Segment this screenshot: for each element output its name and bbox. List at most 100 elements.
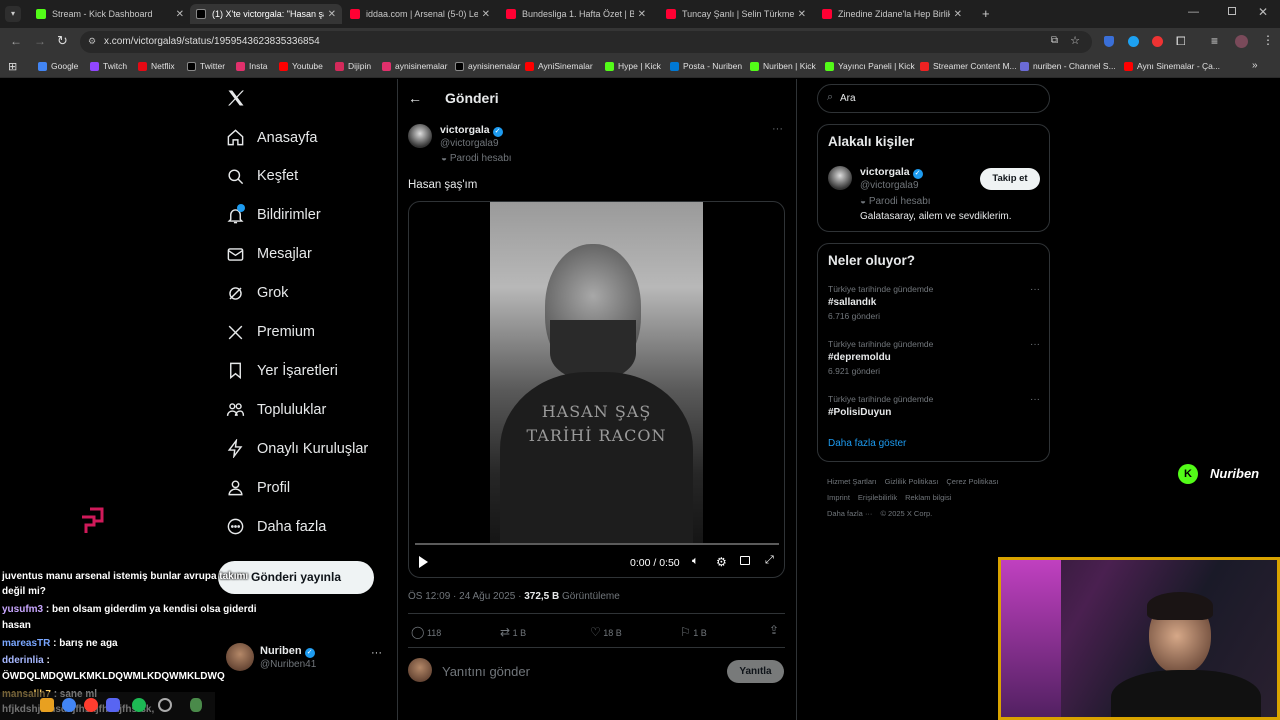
tab-list-button[interactable]: ▾ [5,6,21,22]
trend-item[interactable]: Türkiye tarihinde gündemde #sallandık 6.71… [828,284,1040,330]
back-arrow-icon[interactable]: ← [408,90,422,106]
browser-tab[interactable]: Zinedine Zidane'la Hep Birlikte ✕ [816,4,968,24]
sidebar-item-8[interactable]: Topluluklar [226,400,326,419]
bookmark-item[interactable]: Insta [236,61,267,71]
taskbar-app-icon[interactable] [62,698,76,712]
apps-grid-icon[interactable]: ⊞ [8,60,17,73]
bookmark-action[interactable]: ⚐ 1 B [680,625,707,639]
footer-link[interactable]: © 2025 X Corp. [880,509,932,518]
bookmark-item[interactable]: Posta - Nuriben [670,61,742,71]
bookmark-item[interactable]: Aynı Sinemalar - Ça... [1124,61,1220,71]
bookmark-item[interactable]: Yayıncı Paneli | Kick [825,61,915,71]
minimize-window-button[interactable]: — [1188,6,1199,18]
trend-more-icon[interactable]: ··· [1030,394,1040,405]
bookmark-item[interactable]: Twitter [187,61,225,71]
footer-link[interactable]: Daha fazla ··· [827,509,872,518]
sidebar-menu-icon[interactable]: ≡ [1211,34,1218,48]
bookmark-item[interactable]: Dijipin [335,61,371,71]
trend-more-icon[interactable]: ··· [1030,284,1040,295]
bookmark-item[interactable]: AyniSinemalar [525,61,593,71]
person-name[interactable]: victorgala ✓ [860,166,923,179]
trend-more-icon[interactable]: ··· [1030,339,1040,350]
sidebar-item-4[interactable]: Mesajlar [226,245,312,264]
follow-button[interactable]: Takip et [980,168,1040,190]
bookmark-item[interactable]: Twitch [90,61,127,71]
sidebar-item-7[interactable]: Yer İşaretleri [226,361,338,380]
post-more-icon[interactable]: ··· [772,123,783,135]
extension-blue-icon[interactable] [1128,36,1139,47]
address-input[interactable]: ⚙ x.com/victorgala9/status/1959543623835… [80,31,1092,53]
new-tab-button[interactable]: + [982,6,990,21]
bookmark-item[interactable]: Netflix [138,61,175,71]
video-player[interactable]: HASAN ŞAŞ TARİHİ RACON 0:00 / 0:50 🔈︎ ⚙ … [408,201,785,578]
tab-close-icon[interactable]: ✕ [638,9,646,20]
author-handle[interactable]: @victorgala9 [440,138,499,149]
reply-action[interactable]: ◯ 118 [411,625,441,639]
bookmark-item[interactable]: aynisinemalar [382,61,447,71]
tab-close-icon[interactable]: ✕ [482,9,490,20]
video-progress-track[interactable] [415,543,779,545]
trend-item[interactable]: Türkiye tarihinde gündemde #PolisiDuyun ··… [828,394,1040,440]
bookmark-item[interactable]: Streamer Content M... [920,61,1017,71]
install-icon[interactable]: ⧉ [1051,35,1058,46]
browser-tab[interactable]: (1) X'te victorgala: "Hasan şaş'ım" ✕ [190,4,342,24]
footer-link[interactable]: Reklam bilgisi [905,493,951,502]
bookmark-item[interactable]: Nuriben | Kick [750,61,816,71]
profile-avatar-icon[interactable] [1235,35,1248,48]
tab-close-icon[interactable]: ✕ [954,9,962,20]
author-avatar[interactable] [408,124,432,148]
taskbar-app-icon[interactable] [158,698,172,712]
forward-icon[interactable]: → [34,34,46,48]
browser-menu-icon[interactable]: ⋮ [1262,33,1274,47]
taskbar-app-icon[interactable] [190,698,202,712]
play-icon[interactable] [419,556,428,568]
close-window-button[interactable]: ✕ [1258,5,1268,19]
footer-link[interactable]: Çerez Politikası [946,477,998,486]
taskbar-app-icon[interactable] [84,698,98,712]
account-switcher[interactable]: Nuriben ✓ @Nuriben41 ··· [224,642,384,674]
tab-close-icon[interactable]: ✕ [798,9,806,20]
taskbar-app-icon[interactable] [132,698,146,712]
bookmark-item[interactable]: Google [38,61,78,71]
x-logo-icon[interactable] [226,88,246,108]
browser-tab[interactable]: Stream - Kick Dashboard ✕ [30,4,190,24]
bookmarks-overflow-icon[interactable]: » [1252,60,1258,71]
account-more-icon[interactable]: ··· [371,647,382,659]
back-icon[interactable]: ← [10,34,22,48]
star-icon[interactable]: ☆ [1070,34,1080,47]
sidebar-item-11[interactable]: Daha fazla [226,517,326,536]
reply-button[interactable]: Yanıtla [727,660,784,683]
footer-link[interactable]: Erişilebilirlik [858,493,897,502]
sidebar-item-5[interactable]: Grok [226,284,288,303]
search-input[interactable]: ⌕ Ara [817,84,1050,113]
volume-icon[interactable]: 🔈︎ [692,555,699,568]
browser-tab[interactable]: Tuncay Şanlı | Selin Türkmen | K ✕ [660,4,812,24]
taskbar-app-icon[interactable] [40,698,54,712]
site-info-icon[interactable]: ⚙ [88,36,96,47]
footer-link[interactable]: Gizlilik Politikası [885,477,939,486]
tab-close-icon[interactable]: ✕ [328,9,336,20]
sidebar-item-6[interactable]: Premium [226,323,315,342]
taskbar-app-icon[interactable] [106,698,120,712]
trend-item[interactable]: Türkiye tarihinde gündemde #depremoldu 6.9… [828,339,1040,385]
share-icon[interactable]: ⇪ [769,623,779,637]
footer-link[interactable]: Hizmet Şartları [827,477,877,486]
repost-action[interactable]: ⇄ 1 B [500,625,526,639]
show-more-link[interactable]: Daha fazla göster [828,438,906,449]
reply-input[interactable]: Yanıtını gönder [442,664,530,679]
extensions-puzzle-icon[interactable]: ⧠ [1176,34,1186,49]
settings-gear-icon[interactable]: ⚙ [716,555,727,569]
sidebar-item-1[interactable]: Anasayfa [226,128,317,147]
bookmark-item[interactable]: Hype | Kick [605,61,661,71]
extension-red-icon[interactable] [1152,36,1163,47]
pip-icon[interactable] [740,556,750,565]
tab-close-icon[interactable]: ✕ [176,9,184,20]
reload-icon[interactable]: ↻ [57,33,68,49]
bookmark-item[interactable]: nuriben - Channel S... [1020,61,1116,71]
browser-tab[interactable]: Bundesliga 1. Hafta Özet | Bayer ✕ [500,4,652,24]
browser-tab[interactable]: iddaa.com | Arsenal (5-0) Leeds ✕ [344,4,496,24]
extension-shield-icon[interactable] [1104,36,1114,47]
bookmark-item[interactable]: aynisinemalar [455,61,520,71]
person-avatar[interactable] [828,166,852,190]
sidebar-item-10[interactable]: Profil [226,478,290,497]
